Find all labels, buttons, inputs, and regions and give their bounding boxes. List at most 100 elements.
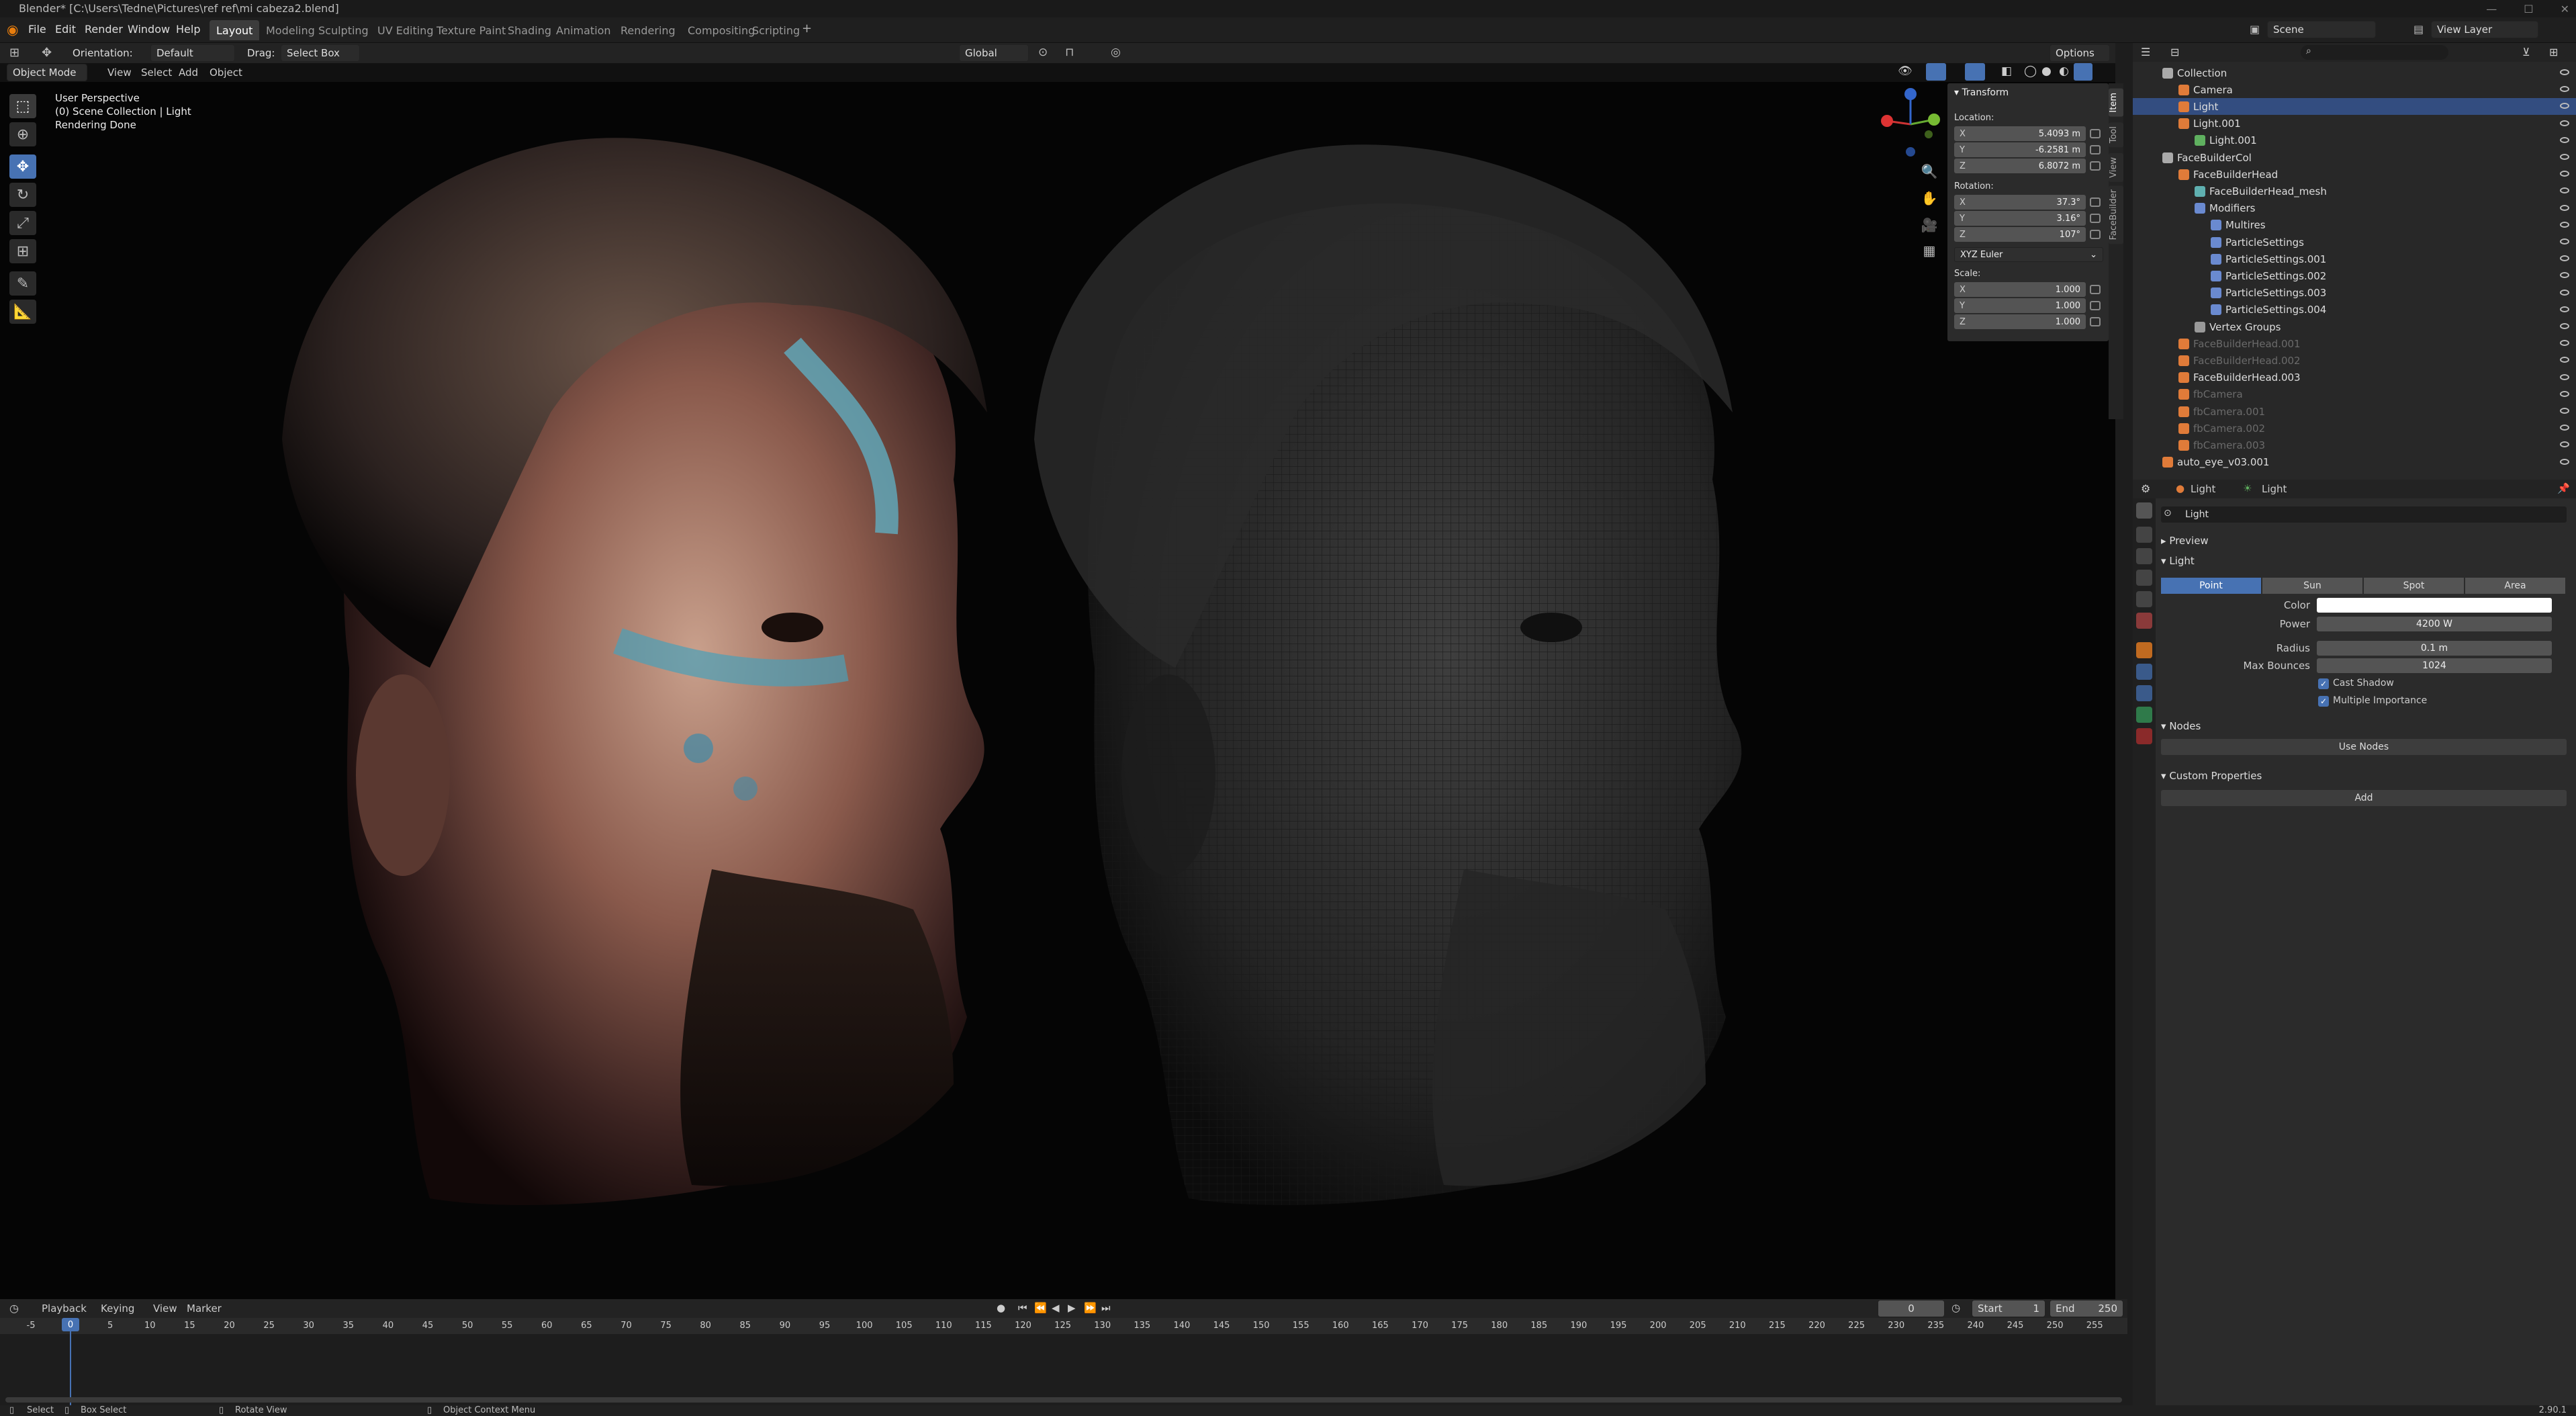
max-bounces-field[interactable]: 1024 bbox=[2317, 658, 2552, 673]
visibility-eye-icon[interactable] bbox=[2560, 154, 2569, 160]
menu-edit[interactable]: Edit bbox=[55, 23, 76, 36]
outliner-row[interactable]: Light bbox=[2133, 98, 2576, 116]
scale-z-field[interactable]: Z 1.000 bbox=[1954, 314, 2086, 329]
outliner-editor[interactable]: ☰ ⊟ ⌕ ⊻ ⊞ Collection Camera Light Light.001… bbox=[2133, 43, 2576, 480]
snap-icon[interactable]: ⊓ bbox=[1065, 46, 1074, 59]
visibility-eye-icon[interactable] bbox=[2560, 458, 2569, 465]
close-icon[interactable]: ✕ bbox=[2561, 3, 2569, 15]
multiple-importance-checkbox[interactable]: ✓ bbox=[2318, 696, 2329, 707]
outliner-row[interactable]: fbCamera bbox=[2133, 386, 2576, 403]
cast-shadow-checkbox[interactable]: ✓ bbox=[2318, 678, 2329, 689]
visibility-eye-icon[interactable] bbox=[2560, 340, 2569, 347]
lock-icon[interactable] bbox=[2090, 285, 2101, 294]
rotate-tool[interactable]: ↻ bbox=[9, 183, 36, 207]
jump-start-icon[interactable]: ⏮ bbox=[1018, 1302, 1027, 1314]
outliner-row[interactable]: Modifiers bbox=[2133, 200, 2576, 217]
color-swatch[interactable] bbox=[2317, 598, 2552, 613]
proportional-edit-icon[interactable]: ◎ bbox=[1111, 46, 1121, 59]
pivot-icon[interactable]: ⊙ bbox=[1038, 46, 1048, 59]
lock-icon[interactable] bbox=[2090, 214, 2101, 223]
cursor-tool[interactable]: ⊕ bbox=[9, 122, 36, 146]
play-reverse-icon[interactable]: ◀ bbox=[1052, 1302, 1060, 1314]
lock-icon[interactable] bbox=[2090, 145, 2101, 154]
light-datablock-field[interactable]: Light bbox=[2161, 506, 2567, 523]
end-frame-field[interactable]: End 250 bbox=[2050, 1300, 2123, 1317]
xray-icon[interactable]: ◧ bbox=[2001, 64, 2012, 78]
timeline-scrollbar[interactable] bbox=[5, 1397, 2122, 1403]
maximize-icon[interactable]: ☐ bbox=[2524, 3, 2533, 15]
lock-icon[interactable] bbox=[2090, 197, 2101, 207]
visibility-eye-icon[interactable] bbox=[2560, 323, 2569, 329]
preview-section[interactable]: ▸ Preview bbox=[2161, 535, 2209, 547]
select-box-tool[interactable]: ⬚ bbox=[9, 94, 36, 118]
timeline-editor[interactable]: ◷ Playback Keying View Marker ● ⏮ ⏪ ◀ ▶ … bbox=[0, 1299, 2127, 1405]
visibility-eye-icon[interactable] bbox=[2560, 187, 2569, 194]
visibility-eye-icon[interactable] bbox=[2560, 390, 2569, 397]
blender-logo-icon[interactable]: ◉ bbox=[7, 21, 18, 38]
visibility-eye-icon[interactable] bbox=[2560, 306, 2569, 312]
location-z-field[interactable]: Z 6.8072 m bbox=[1954, 159, 2086, 173]
visibility-eye-icon[interactable] bbox=[2560, 289, 2569, 296]
menu-playback[interactable]: Playback bbox=[42, 1302, 87, 1315]
tab-facebuilder[interactable]: FaceBuilder bbox=[2109, 185, 2123, 245]
outliner-row[interactable]: ParticleSettings bbox=[2133, 234, 2576, 251]
lock-icon[interactable] bbox=[2090, 161, 2101, 171]
menu-file[interactable]: File bbox=[28, 23, 46, 36]
view-layer-selector[interactable]: View Layer bbox=[2431, 21, 2538, 38]
visibility-eye-icon[interactable] bbox=[2560, 255, 2569, 262]
add-property-button[interactable]: Add bbox=[2161, 790, 2567, 806]
workspace-tab[interactable]: Animation bbox=[549, 20, 618, 40]
use-nodes-button[interactable]: Use Nodes bbox=[2161, 739, 2567, 755]
world-tab-icon[interactable] bbox=[2136, 613, 2152, 629]
playhead-marker[interactable]: 0 bbox=[62, 1318, 79, 1331]
drag-dropdown[interactable]: Select Box bbox=[281, 44, 360, 62]
light-type-button[interactable]: Sun bbox=[2262, 578, 2362, 594]
radius-field[interactable]: 0.1 m bbox=[2317, 641, 2552, 656]
rotation-x-field[interactable]: X 37.3° bbox=[1954, 195, 2086, 210]
filter-icon[interactable]: ⊻ bbox=[2522, 46, 2530, 58]
outliner-row[interactable]: ParticleSettings.001 bbox=[2133, 251, 2576, 267]
scale-x-field[interactable]: X 1.000 bbox=[1954, 282, 2086, 297]
lock-icon[interactable] bbox=[2090, 129, 2101, 138]
visibility-eye-icon[interactable] bbox=[2560, 136, 2569, 143]
outliner-row[interactable]: FaceBuilderHead.003 bbox=[2133, 369, 2576, 386]
visibility-eye-icon[interactable] bbox=[2560, 425, 2569, 431]
render-tab-icon[interactable] bbox=[2136, 527, 2152, 543]
3d-viewport[interactable]: ⬚ ⊕ ✥ ↻ ⤢ ⊞ ✎ 📐 User Perspective (0) Sce… bbox=[0, 63, 2115, 1299]
preview-range-icon[interactable]: ◷ bbox=[1951, 1302, 1960, 1314]
frame-ruler[interactable]: -5 0 5 10 15 20 25 30 35 40 45 50 55 60 65 70 75 80 85 90 95… bbox=[0, 1318, 2127, 1334]
tab-tool[interactable]: Tool bbox=[2109, 122, 2123, 148]
menu-add[interactable]: Add bbox=[179, 67, 198, 79]
visibility-eye-icon[interactable] bbox=[2560, 69, 2569, 75]
outliner-row[interactable]: Multires bbox=[2133, 217, 2576, 234]
outliner-row[interactable]: Light.001 bbox=[2133, 132, 2576, 149]
menu-view[interactable]: View bbox=[107, 67, 132, 79]
new-collection-icon[interactable]: ⊞ bbox=[2549, 46, 2558, 58]
zoom-icon[interactable]: 🔍 bbox=[1919, 161, 1939, 181]
tab-item[interactable]: Item bbox=[2109, 89, 2123, 117]
tool-tab-icon[interactable] bbox=[2136, 502, 2152, 519]
outliner-row[interactable]: Vertex Groups bbox=[2133, 318, 2576, 335]
lock-icon[interactable] bbox=[2090, 230, 2101, 239]
outliner-row[interactable]: fbCamera.001 bbox=[2133, 403, 2576, 420]
material-shading-icon[interactable]: ◐ bbox=[2059, 64, 2069, 78]
record-icon[interactable]: ● bbox=[997, 1302, 1005, 1314]
clock-icon[interactable]: ◷ bbox=[9, 1302, 19, 1315]
menu-keying[interactable]: Keying bbox=[101, 1302, 134, 1315]
custom-properties-section[interactable]: ▾ Custom Properties bbox=[2161, 770, 2262, 782]
menu-window[interactable]: Window bbox=[128, 23, 170, 36]
mode-dropdown[interactable]: Object Mode bbox=[7, 64, 87, 81]
outliner-row[interactable]: FaceBuilderHead_mesh bbox=[2133, 183, 2576, 200]
move-tool[interactable]: ✥ bbox=[9, 154, 36, 179]
nodes-section[interactable]: ▾ Nodes bbox=[2161, 720, 2201, 732]
outliner-row[interactable]: ParticleSettings.004 bbox=[2133, 302, 2576, 318]
start-frame-field[interactable]: Start 1 bbox=[1972, 1300, 2045, 1317]
outliner-row[interactable]: fbCamera.003 bbox=[2133, 437, 2576, 453]
scale-y-field[interactable]: Y 1.000 bbox=[1954, 298, 2086, 313]
navigation-gizmo[interactable] bbox=[1874, 87, 1947, 161]
pin-icon[interactable]: 📌 bbox=[2557, 482, 2570, 494]
prev-keyframe-icon[interactable]: ⏪ bbox=[1034, 1302, 1047, 1314]
outliner-row[interactable]: FaceBuilderHead.002 bbox=[2133, 352, 2576, 369]
tab-view[interactable]: View bbox=[2109, 153, 2123, 182]
visibility-eye-icon[interactable] bbox=[2560, 357, 2569, 363]
